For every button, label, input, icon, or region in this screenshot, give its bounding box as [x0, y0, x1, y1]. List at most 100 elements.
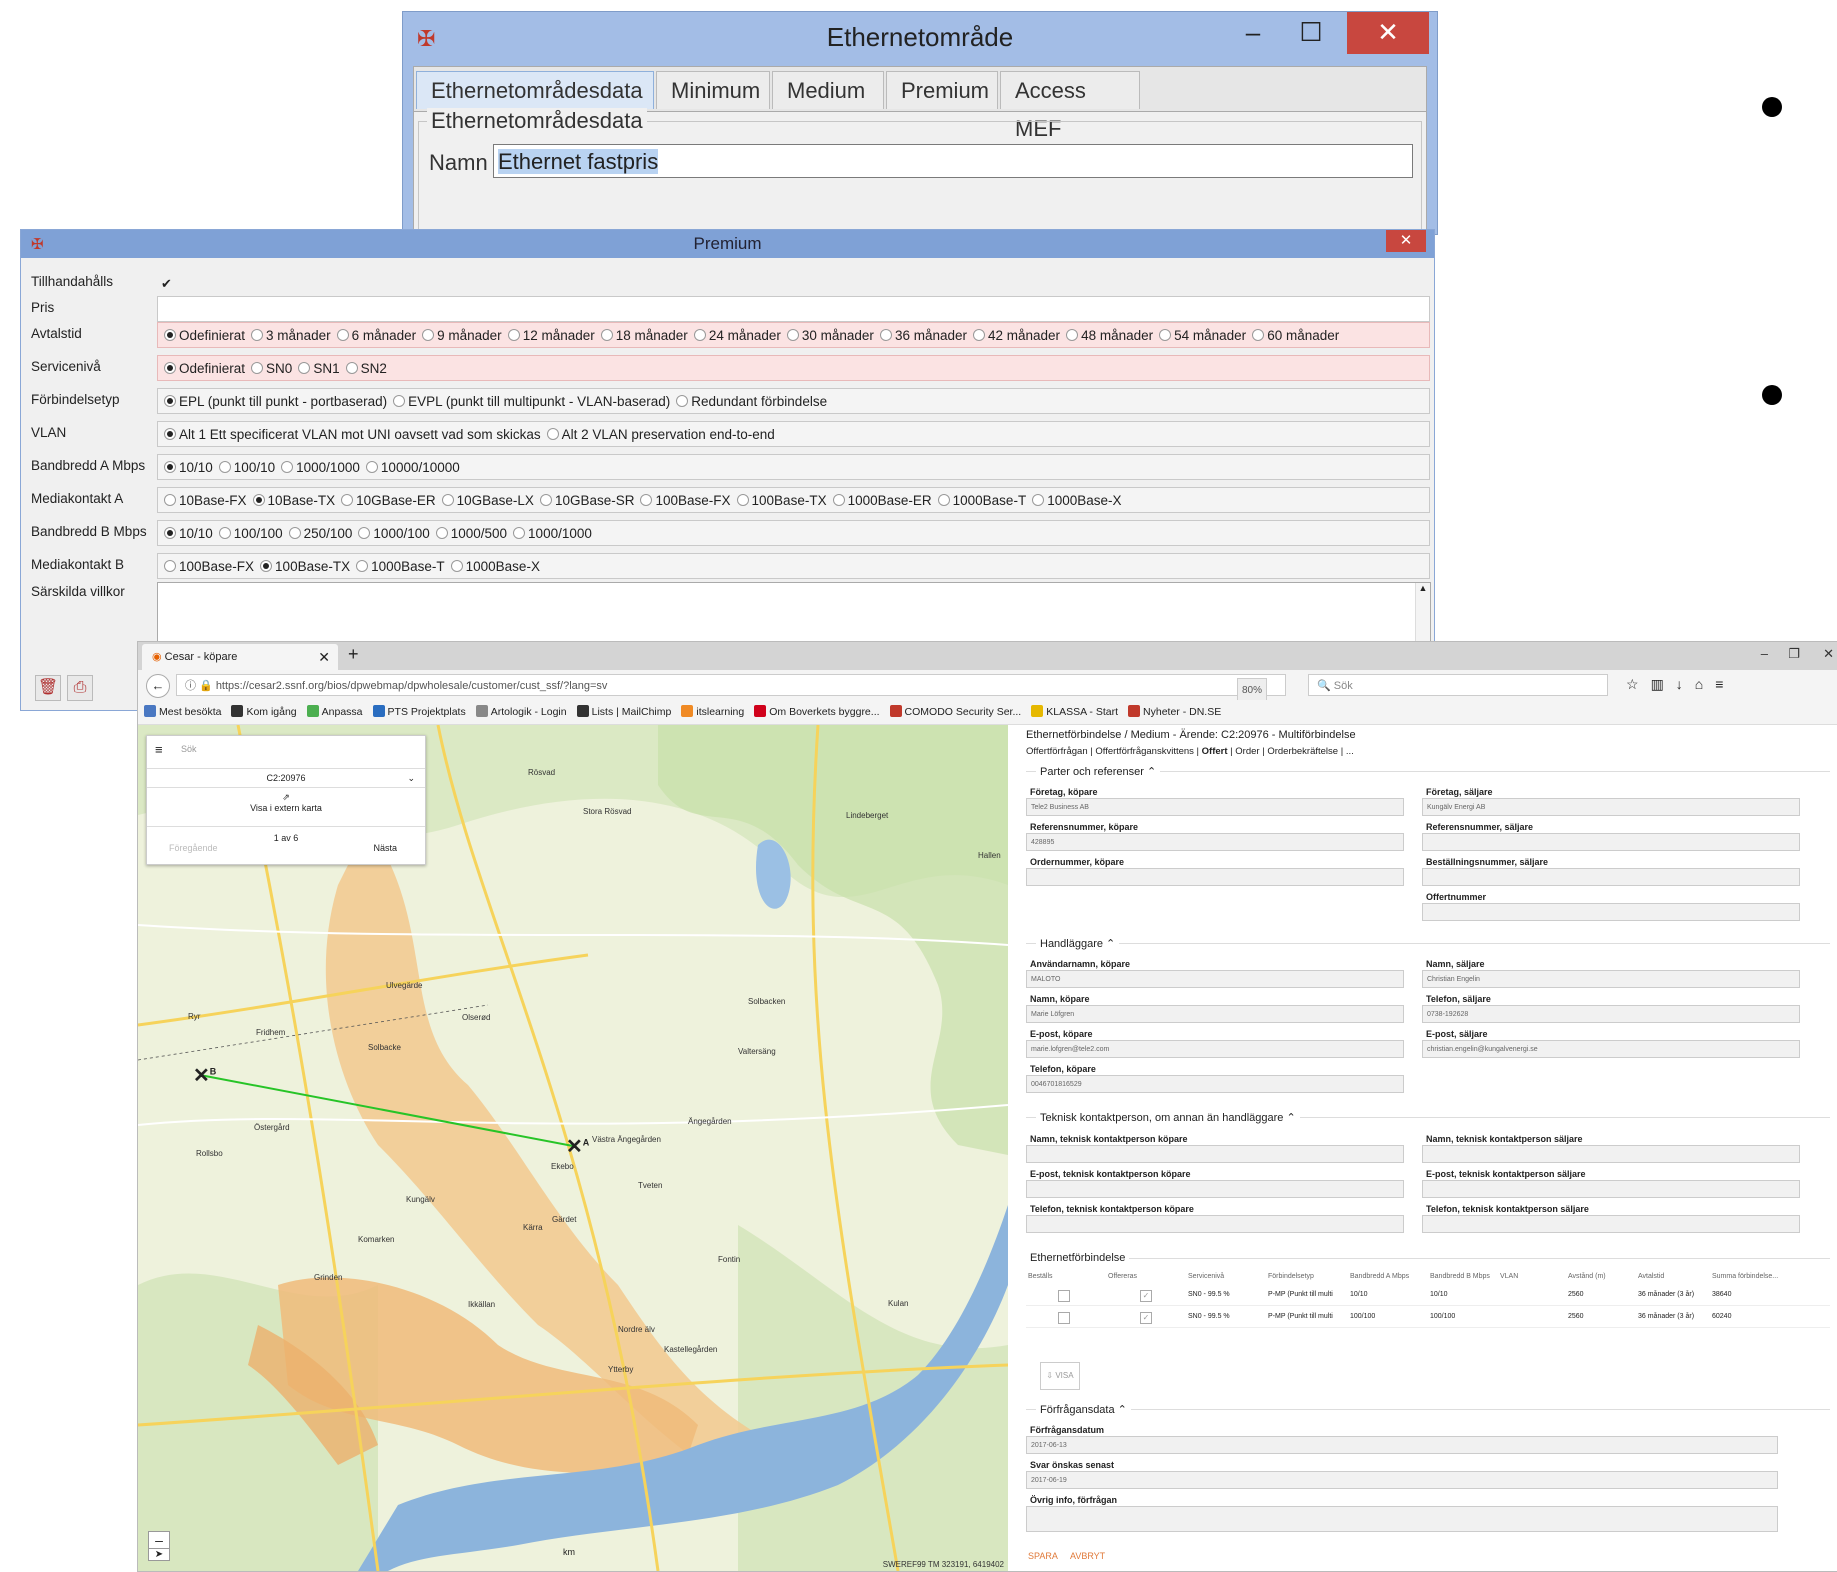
radio-button-icon[interactable]	[251, 329, 264, 341]
radio-button-icon[interactable]	[786, 329, 799, 341]
bookmark-item[interactable]: Om Boverkets byggre...	[754, 700, 880, 724]
email-buyer-field[interactable]: marie.lofgren@tele2.com	[1026, 1040, 1404, 1058]
radio-button-icon[interactable]	[640, 494, 653, 506]
radio-option[interactable]: 12 månader	[507, 328, 595, 343]
price-field[interactable]	[157, 296, 1430, 322]
radio-option[interactable]: 10/10	[164, 526, 213, 541]
bookmark-item[interactable]: COMODO Security Ser...	[889, 700, 1021, 724]
company-buyer-field[interactable]: Tele2 Business AB	[1026, 798, 1404, 816]
radio-button-icon[interactable]	[1032, 494, 1045, 506]
save-button[interactable]: SPARA	[1028, 1551, 1058, 1561]
radio-option[interactable]: 1000/500	[435, 526, 507, 541]
external-map-link[interactable]: ⇗ Visa i extern karta	[147, 792, 425, 813]
name-buyer-field[interactable]: Marie Löfgren	[1026, 1005, 1404, 1023]
new-tab-button[interactable]: +	[348, 644, 359, 665]
cancel-button[interactable]: AVBRYT	[1070, 1551, 1105, 1561]
bookmark-item[interactable]: Lists | MailChimp	[576, 700, 671, 724]
radio-button-icon[interactable]	[600, 329, 613, 341]
radio-option[interactable]: 10Base-FX	[164, 493, 247, 508]
breadcrumb-before[interactable]: Offertförfrågan | Offertförfråganskvitte…	[1026, 746, 1202, 757]
radio-button-icon[interactable]	[393, 395, 406, 407]
radio-button-icon[interactable]	[937, 494, 950, 506]
bookmark-item[interactable]: itslearning	[681, 700, 744, 724]
refnr-buyer-field[interactable]: 428895	[1026, 833, 1404, 851]
order-checkbox[interactable]	[1058, 1312, 1070, 1324]
radio-button-icon[interactable]	[435, 527, 448, 539]
tk-name-seller-field[interactable]	[1422, 1145, 1800, 1163]
radio-button-icon[interactable]	[281, 461, 294, 473]
radio-option[interactable]: Odefinierat	[164, 328, 245, 343]
radio-option[interactable]: 24 månader	[693, 328, 781, 343]
radio-button-icon[interactable]	[1252, 329, 1265, 341]
radio-button-icon[interactable]	[164, 395, 176, 407]
radio-option[interactable]: 6 månader	[336, 328, 416, 343]
tab-premium[interactable]: Premium	[886, 71, 998, 109]
radio-option[interactable]: 100Base-TX	[736, 493, 827, 508]
radio-option[interactable]: 1000/1000	[513, 526, 592, 541]
offer-checkbox[interactable]: ✓	[1140, 1290, 1152, 1302]
radio-option[interactable]: 60 månader	[1252, 328, 1339, 343]
close-button[interactable]: ✕	[1386, 230, 1426, 252]
ordernr-buyer-field[interactable]	[1026, 868, 1404, 886]
radio-button-icon[interactable]	[298, 362, 311, 374]
bookmark-item[interactable]: KLASSA - Start	[1031, 700, 1118, 724]
minimize-button[interactable]: –	[1761, 646, 1768, 661]
radio-button-icon[interactable]	[164, 560, 176, 572]
url-bar[interactable]: ⓘ 🔒 https://cesar2.ssnf.org/bios/dpwebma…	[176, 674, 1286, 704]
tk-email-buyer-field[interactable]	[1026, 1180, 1404, 1198]
radio-option[interactable]: Redundant förbindelse	[676, 394, 827, 409]
radio-button-icon[interactable]	[832, 494, 845, 506]
radio-option[interactable]: 100Base-FX	[640, 493, 731, 508]
close-button[interactable]: ✕	[1823, 646, 1834, 662]
radio-button-icon[interactable]	[218, 527, 231, 539]
browser-tab[interactable]: ◉ Cesar - köpare ✕	[142, 644, 338, 670]
radio-button-icon[interactable]	[356, 560, 369, 572]
tab-access-mef[interactable]: Access MEF	[1000, 71, 1140, 141]
section-forfragan[interactable]: Förfrågansdata ⌃	[1036, 1403, 1131, 1416]
radio-button-icon[interactable]	[164, 527, 176, 539]
breadcrumb-active[interactable]: Offert	[1202, 746, 1228, 757]
section-handlaggare[interactable]: Handläggare ⌃	[1036, 937, 1120, 950]
radio-option[interactable]: Alt 1 Ett specificerat VLAN mot UNI oavs…	[164, 427, 541, 442]
bookmark-item[interactable]: Nyheter - DN.SE	[1128, 700, 1221, 724]
radio-option[interactable]: 9 månader	[422, 328, 502, 343]
section-teknisk[interactable]: Teknisk kontaktperson, om annan än handl…	[1036, 1111, 1300, 1124]
radio-option[interactable]: 10GBase-LX	[441, 493, 534, 508]
other-info-field[interactable]	[1026, 1506, 1778, 1532]
radio-option[interactable]: 54 månader	[1159, 328, 1246, 343]
refnr-seller-field[interactable]	[1422, 833, 1800, 851]
radio-option[interactable]: 18 månader	[600, 328, 688, 343]
name-seller-field[interactable]: Christian Engelin	[1422, 970, 1800, 988]
radio-button-icon[interactable]	[736, 494, 749, 506]
radio-option[interactable]: 1000Base-T	[356, 559, 445, 574]
radio-option[interactable]: EPL (punkt till punkt - portbaserad)	[164, 394, 387, 409]
radio-button-icon[interactable]	[252, 494, 265, 506]
delete-icon[interactable]: 🗑	[35, 675, 61, 701]
reading-list-icon[interactable]: ▥	[1651, 676, 1676, 692]
bookmark-item[interactable]: Anpassa	[306, 700, 363, 724]
radio-option[interactable]: 100/10	[218, 460, 275, 475]
breadcrumb-after[interactable]: | Order | Orderbekräftelse | ...	[1228, 746, 1354, 757]
radio-option[interactable]: SN1	[298, 361, 340, 376]
phone-buyer-field[interactable]: 0046701816529	[1026, 1075, 1404, 1093]
order-checkbox[interactable]	[1058, 1290, 1070, 1302]
radio-button-icon[interactable]	[260, 560, 273, 572]
radio-button-icon[interactable]	[164, 362, 176, 374]
radio-option[interactable]: 1000/1000	[281, 460, 360, 475]
close-tab-icon[interactable]: ✕	[318, 644, 330, 670]
radio-button-icon[interactable]	[341, 494, 354, 506]
radio-option[interactable]: 1000Base-X	[1032, 493, 1122, 508]
radio-button-icon[interactable]	[164, 329, 176, 341]
bookmark-item[interactable]: Mest besökta	[144, 700, 221, 724]
radio-button-icon[interactable]	[422, 329, 435, 341]
tab-ethernetomradesdata[interactable]: Ethernetområdesdata	[416, 71, 654, 109]
radio-option[interactable]: 250/100	[288, 526, 352, 541]
radio-option[interactable]: EVPL (punkt till multipunkt - VLAN-baser…	[393, 394, 670, 409]
download-icon[interactable]: ↓	[1676, 676, 1695, 692]
pdf-icon[interactable]: ⎙	[67, 675, 93, 701]
radio-button-icon[interactable]	[345, 362, 358, 374]
radio-button-icon[interactable]	[676, 395, 689, 407]
tab-medium[interactable]: Medium	[772, 71, 884, 109]
name-field[interactable]: Ethernet fastpris	[493, 144, 1413, 178]
radio-option[interactable]: 1000Base-T	[937, 493, 1026, 508]
